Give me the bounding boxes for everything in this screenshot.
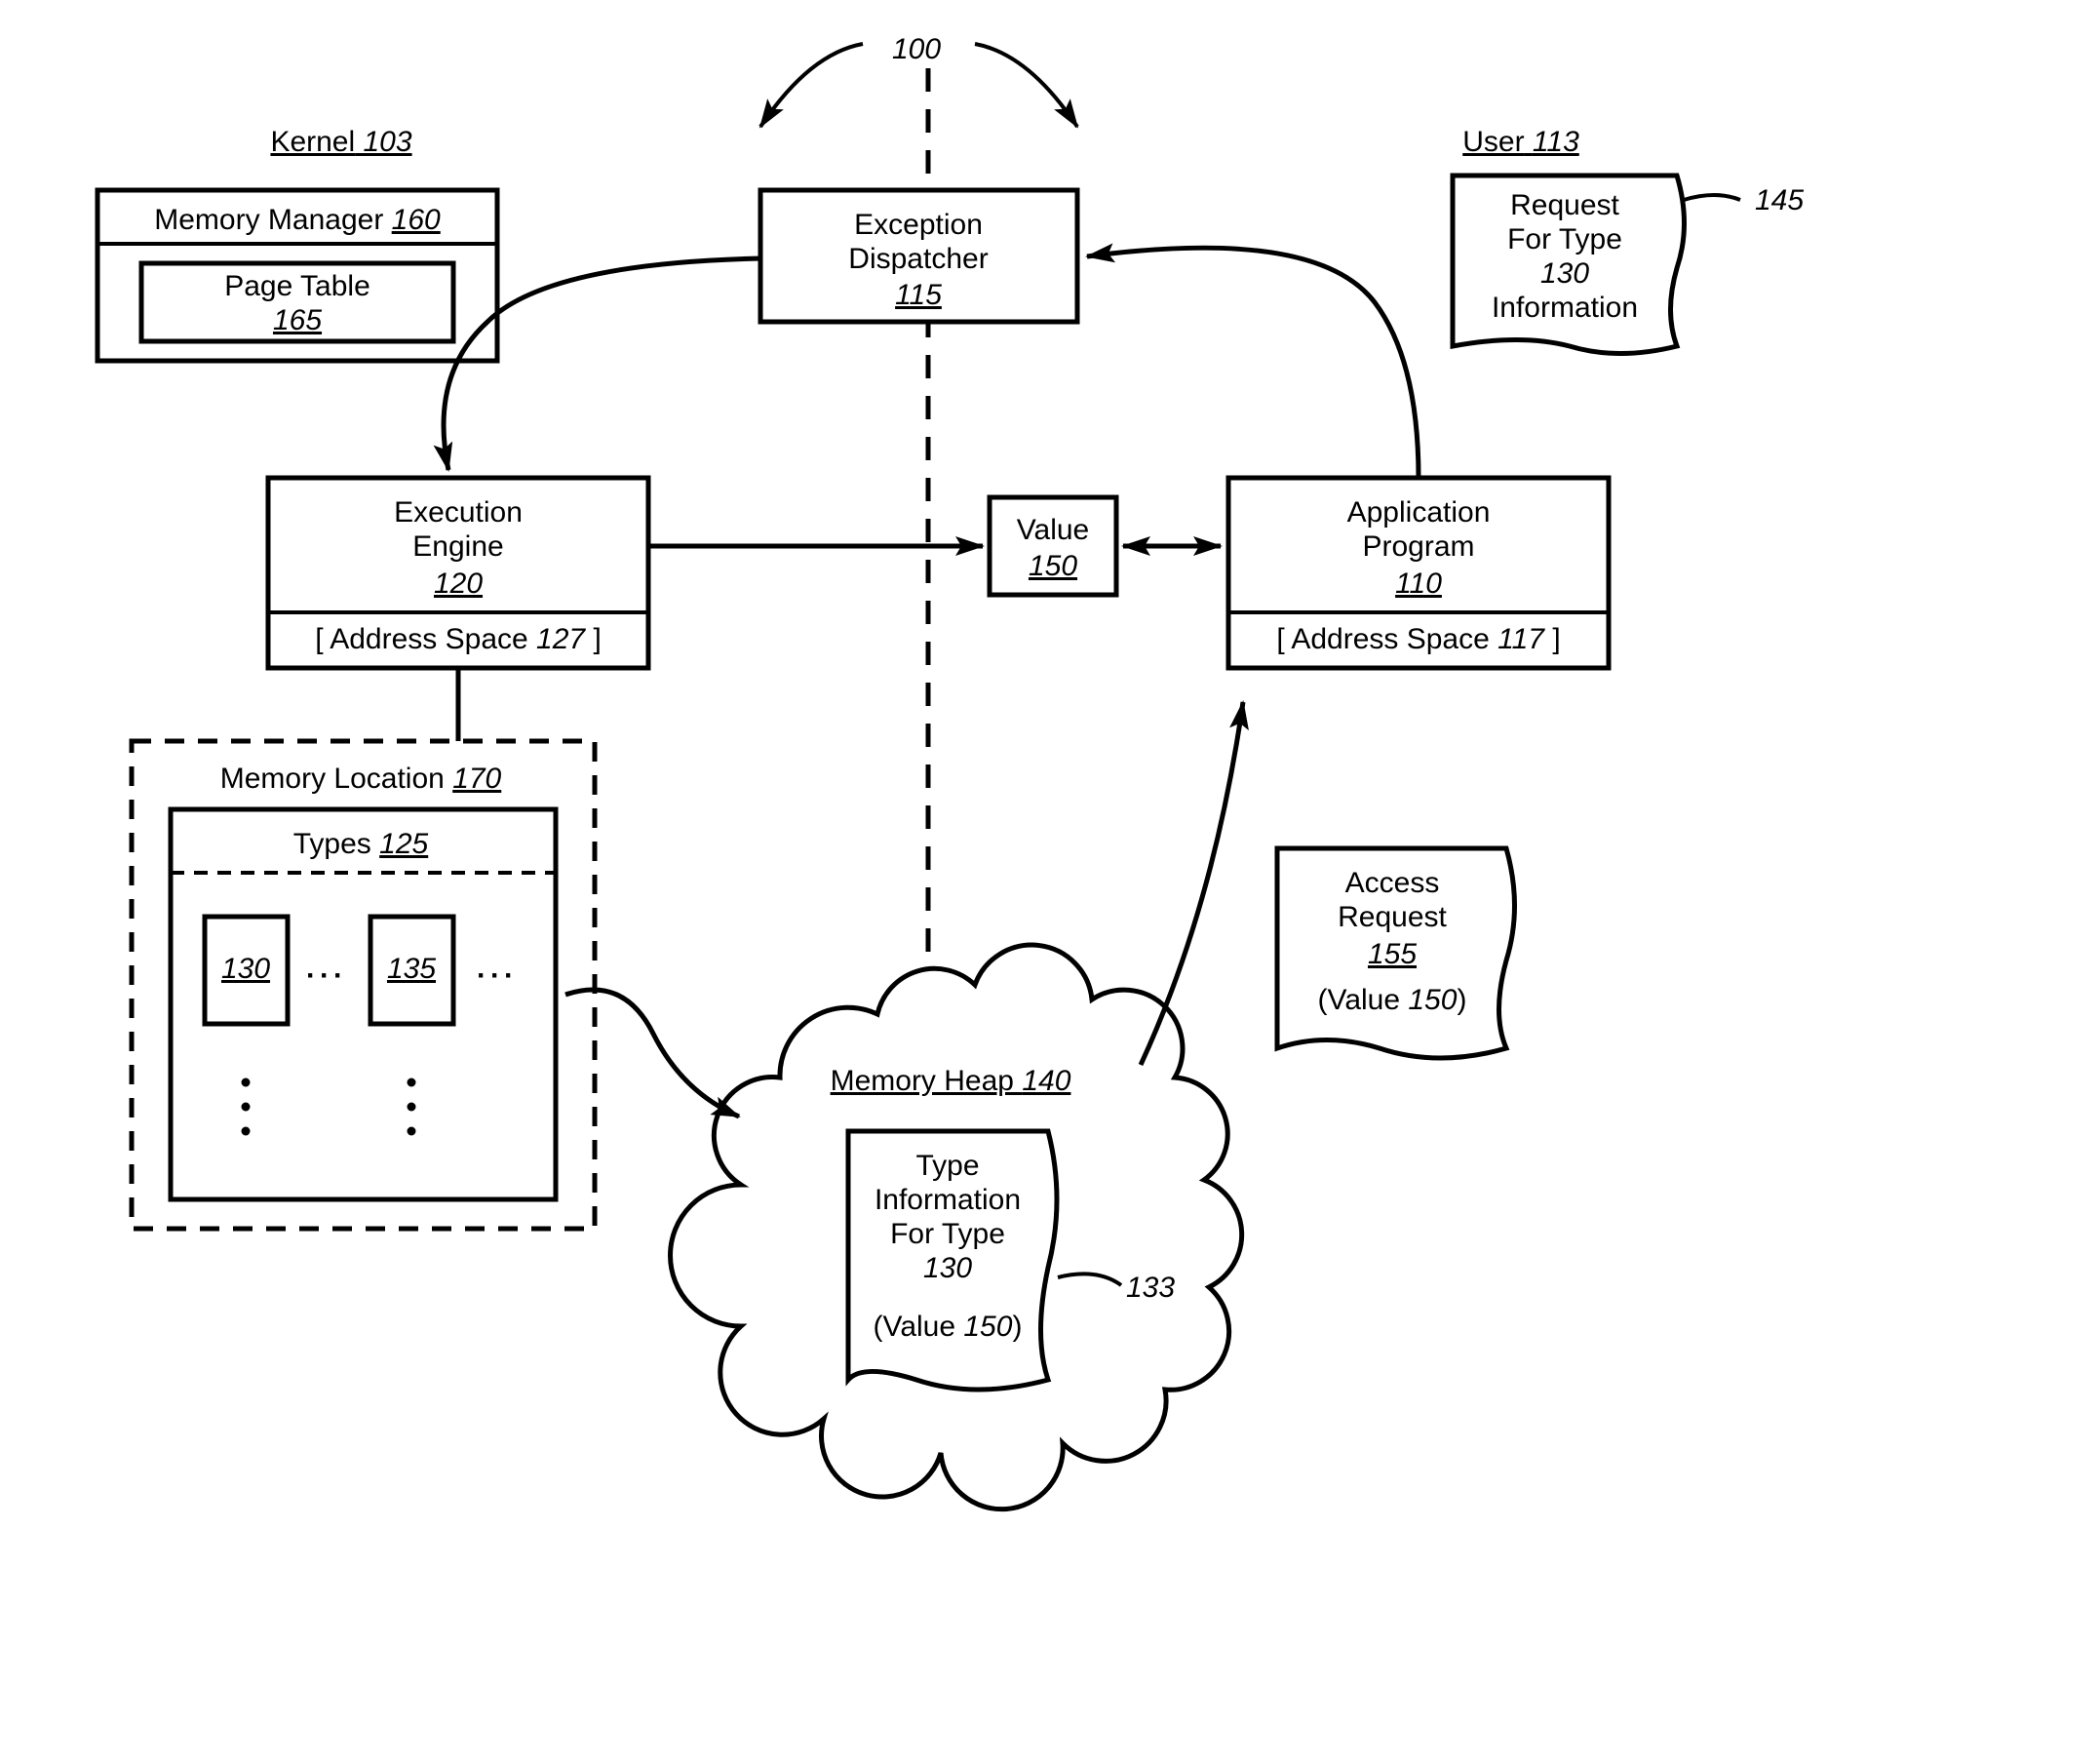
- type-info-l1: Type: [915, 1150, 979, 1182]
- exception-dispatcher-l1: Exception: [854, 209, 983, 241]
- value-box-ref: 150: [1029, 550, 1077, 582]
- type-info-l2: Information: [875, 1184, 1021, 1216]
- svg-text:Kernel 103: Kernel 103: [270, 126, 411, 158]
- exception-dispatcher-box: Exception Dispatcher 115: [760, 190, 1077, 322]
- svg-text:Memory Heap 140: Memory Heap 140: [831, 1065, 1071, 1097]
- svg-text:User 113: User 113: [1462, 126, 1579, 158]
- types-ref: 125: [379, 828, 428, 860]
- access-request-ref: 155: [1368, 938, 1417, 970]
- value-box: Value 150: [990, 497, 1116, 595]
- request-note-ref: 130: [1540, 257, 1589, 290]
- application-program-box: Application Program 110 [ Address Space …: [1228, 478, 1609, 668]
- memory-location-label: Memory Location: [220, 763, 445, 795]
- exception-dispatcher-l2: Dispatcher: [848, 243, 988, 275]
- type-info-l3: For Type: [890, 1218, 1005, 1250]
- access-request-l1: Access: [1345, 867, 1440, 899]
- request-note-l4: Information: [1492, 292, 1638, 324]
- svg-text:Types 125: Types 125: [293, 828, 429, 860]
- svg-text:[ Address Space 127 ]: [ Address Space 127 ]: [315, 623, 602, 655]
- execution-engine-l1: Execution: [394, 496, 523, 529]
- user-label-text: User: [1462, 126, 1524, 158]
- svg-text:Memory Location 170: Memory Location 170: [220, 763, 502, 795]
- execution-engine-ref: 120: [434, 568, 483, 600]
- kernel-label: Kernel 103: [270, 126, 411, 158]
- types-ellipsis-1: ···: [306, 960, 347, 992]
- request-note-l2: For Type: [1507, 223, 1622, 255]
- user-ref: 113: [1533, 126, 1579, 158]
- execution-engine-box: Execution Engine 120 [ Address Space 127…: [268, 478, 648, 668]
- memory-heap-ref: 140: [1022, 1065, 1070, 1097]
- memory-location-ref: 170: [452, 763, 501, 795]
- app-prog-l2: Program: [1362, 530, 1474, 563]
- svg-text:Memory Manager 160: Memory Manager 160: [154, 204, 441, 236]
- svg-text:(Value 150): (Value 150): [874, 1311, 1023, 1343]
- figure-ref-100: 100: [760, 33, 1077, 127]
- kernel-ref: 103: [364, 126, 412, 158]
- memory-manager-box: Memory Manager 160 Page Table 165: [97, 190, 497, 361]
- app-addr-ref: 117: [1497, 623, 1545, 655]
- memory-heap-label: Memory Heap: [831, 1065, 1014, 1097]
- memory-manager-ref: 160: [392, 204, 441, 236]
- arrow-app-to-dispatcher: [1087, 248, 1419, 478]
- types-item2: 135: [387, 953, 436, 985]
- app-prog-ref: 110: [1395, 568, 1442, 600]
- kernel-label-text: Kernel: [270, 126, 355, 158]
- memory-manager-label: Memory Manager: [154, 204, 383, 236]
- svg-text:[ Address Space 117 ]: [ Address Space 117 ]: [1276, 623, 1560, 655]
- app-prog-l1: Application: [1347, 496, 1491, 529]
- value-box-label: Value: [1017, 514, 1090, 546]
- type-info-ref: 130: [923, 1252, 972, 1284]
- memory-heap-callout: 133: [1126, 1272, 1175, 1304]
- app-addr-close: ]: [1552, 623, 1560, 655]
- request-note: Request For Type 130 Information 145: [1453, 176, 1804, 354]
- user-label: User 113: [1462, 126, 1579, 158]
- exception-dispatcher-ref: 115: [895, 279, 942, 311]
- svg-text:(Value 150): (Value 150): [1318, 984, 1467, 1016]
- types-label: Types: [293, 828, 371, 860]
- request-note-callout: 145: [1755, 184, 1804, 216]
- execution-engine-l2: Engine: [412, 530, 503, 563]
- exec-addr-close: ]: [593, 623, 601, 655]
- exec-addr-ref: 127: [536, 623, 586, 655]
- ref-100-label: 100: [892, 33, 941, 65]
- access-request-l2: Request: [1338, 901, 1447, 933]
- request-note-l1: Request: [1510, 189, 1619, 221]
- app-addr-label: [ Address Space: [1276, 623, 1489, 655]
- exec-addr-label: [ Address Space: [315, 623, 527, 655]
- memory-location-box: Memory Location 170 Types 125 130 ··· 13…: [132, 741, 595, 1229]
- page-table-label: Page Table: [224, 270, 370, 302]
- page-table-ref: 165: [273, 304, 322, 336]
- access-request-note: Access Request 155 (Value 150): [1277, 848, 1515, 1058]
- types-ellipsis-2: ···: [477, 960, 518, 992]
- arrow-types-to-heap: [565, 990, 739, 1117]
- types-box: Types 125 130 ··· 135 ···: [171, 809, 556, 1199]
- types-item1: 130: [221, 953, 270, 985]
